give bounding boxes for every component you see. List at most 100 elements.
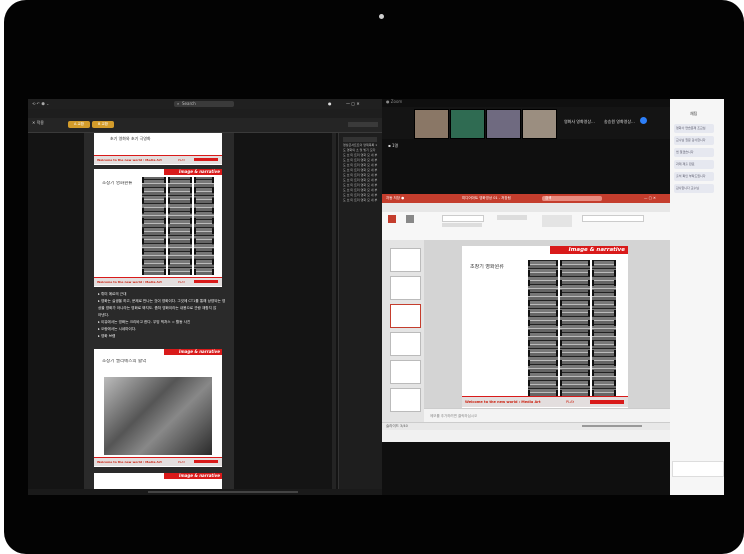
slide-title: 초창기 영화원류 [102,181,133,186]
autosave-toggle[interactable]: 자동 저장 ● [386,195,404,201]
avatar[interactable] [640,117,647,124]
current-slide[interactable]: Image & narrative 초창기 영화원류 Welcome to th… [462,246,628,408]
paste-icon[interactable] [388,215,396,223]
play-button[interactable]: PLAY [566,399,574,405]
chat-title: 채팅 [690,111,698,116]
window-controls[interactable]: — ▢ ✕ [346,101,360,107]
film-strip-image [592,260,616,396]
nav-item[interactable]: 도 브 미 트리 영화 모 내 부 [343,198,379,203]
zoom-slider[interactable] [582,425,642,427]
chat-panel: 채팅 영화사 연습문제 조교님교수님 질문 감사합니다넵 알겠습니다과제 제출 … [670,99,724,495]
camera-icon [379,14,384,19]
slide-editor[interactable]: Image & narrative 초창기 영화원류 Welcome to th… [424,240,670,422]
avatar[interactable]: ● [328,101,332,107]
slide-thumbnail[interactable] [390,276,421,300]
play-button[interactable]: PLAY [178,279,185,285]
new-slide-icon[interactable] [406,215,414,223]
footer-icons [194,158,218,161]
nav-pane-header [343,137,377,142]
word-search-placeholder: Search [182,101,196,106]
participant-video[interactable] [486,109,521,139]
chat-message-text: 출석 확인 부탁드립니다 [676,174,706,178]
chat-message-text: 감사합니다 교수님 [676,186,700,190]
ppt-tabs: 파일홈삽입그리기디자인전환애니메이션슬라이드 쇼검토보기도움말 [382,203,670,220]
slide-thumbnails [382,240,425,422]
tab-b[interactable]: B 교환 [92,121,114,128]
powerpoint-window: 자동 저장 ● 미디어아트 영화영상 01 - 저장됨 검색 — ▢ ✕ 파일홈… [382,194,670,442]
bullet-item: 아낸다. [98,313,110,317]
bullet-item: ▸ 이유에서는 영화는 크리바고 한다. 무빙 픽처스 = 활동 사진 [98,320,191,324]
chat-message-text: 영화사 연습문제 조교님 [676,126,706,130]
slide-fragment-top: 초기 영화와 초기 극영화 Welcome to the new world :… [94,133,222,165]
status-bar [28,489,382,495]
ribbon-icons[interactable]: ✕ 적용 [32,120,44,126]
slide-footer: Welcome to the new world : Media Art PLA… [94,277,222,286]
slide-thumbnail[interactable] [390,332,421,356]
ppt-search-box[interactable]: 검색 [542,196,602,201]
footer-icons [194,460,218,463]
vertical-scrollbar[interactable] [332,133,336,489]
word-ribbon: ✕ 적용 A 교환 B 교환 [28,118,382,133]
ppt-ribbon [382,212,670,241]
slide-thumbnail[interactable] [390,388,421,412]
search-icon: ⌕ [177,101,180,106]
slide-2: Image & narrative 초창기 멜리에스의 활약 Welcome t… [94,349,222,467]
notes-pane[interactable]: 메모를 추가하려면 클릭하십시오 [424,408,670,423]
participant-video[interactable] [414,109,449,139]
bullet-item: ▸ 영화는 실생을 하고, 문제로 만나는 것이 영화이다. 그것에 CT1를 … [98,299,226,303]
footer-icons [590,400,624,404]
nav-search-input[interactable] [348,122,378,127]
film-strip-image [168,177,192,275]
slide-1: Image & narrative 초창기 영화원류 Welcome to th… [94,169,222,287]
slide-thumbnail-selected[interactable] [390,304,421,328]
chat-message-text: 교수님 질문 감사합니다 [676,138,706,142]
page-caption: 초기 영화와 초기 극영화 [110,136,151,141]
document-page: 초기 영화와 초기 극영화 Welcome to the new world :… [84,133,234,489]
tab-a[interactable]: A 교환 [68,121,90,128]
quick-access-icons[interactable]: ⟲ ↶ ⬢ ⌄ [32,101,49,107]
font-select[interactable] [442,215,484,222]
horizontal-scrollbar[interactable] [148,491,298,493]
slide-thumbnail[interactable] [390,248,421,272]
zoom-video-strip: 영화사 영화영상... 송승원 영화영상... [382,107,670,139]
chat-message: 감사합니다 교수님 [674,184,714,193]
screen: ⟲ ↶ ⬢ ⌄ ⌕ Search ● — ▢ ✕ FileHomeInsertD… [28,99,724,495]
ppt-filename: 미디어아트 영화영상 01 - 저장됨 [462,196,511,200]
melies-photo [104,377,212,455]
film-strip-image [194,177,214,275]
slide-footer: Welcome to the new world : Media Art PLA… [94,155,222,164]
play-button[interactable]: PLAY [178,459,185,465]
chat-message: 출석 확인 부탁드립니다 [674,172,714,181]
chat-message: 교수님 질문 감사합니다 [674,136,714,145]
tablet-device: ⟲ ↶ ⬢ ⌄ ⌕ Search ● — ▢ ✕ FileHomeInsertD… [4,0,744,554]
slide-3: Image & narrative [94,473,222,489]
ppt-status-bar: 슬라이드 3/40 [382,422,670,430]
slide-title: 초창기 영화원류 [470,264,504,270]
shared-label-2: 송승원 영화영상... [604,119,635,124]
document-canvas[interactable]: 초기 영화와 초기 극영화 Welcome to the new world :… [28,133,338,489]
participant-indicator: ▪ 1명 [388,143,399,148]
slide-banner: Image & narrative [164,169,222,175]
participant-video[interactable] [522,109,557,139]
word-search-box[interactable]: ⌕ Search [174,101,234,107]
find-input[interactable] [582,215,644,222]
chat-message-text: 과제 제출 완료 [676,162,695,166]
play-button[interactable]: PLAY [178,157,185,163]
slide-banner: Image & narrative [550,246,628,254]
window-controls[interactable]: — ▢ ✕ [644,195,656,201]
participant-video[interactable] [450,109,485,139]
slide-thumbnail[interactable] [390,360,421,384]
slide-footer: Welcome to the new world : Media Art PLA… [462,396,628,407]
font-format-buttons[interactable] [442,223,482,227]
bullet-item: ▸ 뤼미 에르의 근대 [98,292,127,296]
chat-input[interactable] [672,461,724,477]
slide-banner: Image & narrative [164,473,222,479]
notes-placeholder: 메모를 추가하려면 클릭하십시오 [430,414,478,418]
zoom-title: ● Zoom [386,99,403,104]
chat-message: 넵 알겠습니다 [674,148,714,157]
paragraph-buttons[interactable] [497,215,527,220]
drawing-group[interactable] [542,215,572,227]
slide-counter: 슬라이드 3/40 [386,424,408,428]
shared-label: 영화사 영화영상... [564,119,595,124]
word-window: ⟲ ↶ ⬢ ⌄ ⌕ Search ● — ▢ ✕ FileHomeInsertD… [28,99,383,495]
